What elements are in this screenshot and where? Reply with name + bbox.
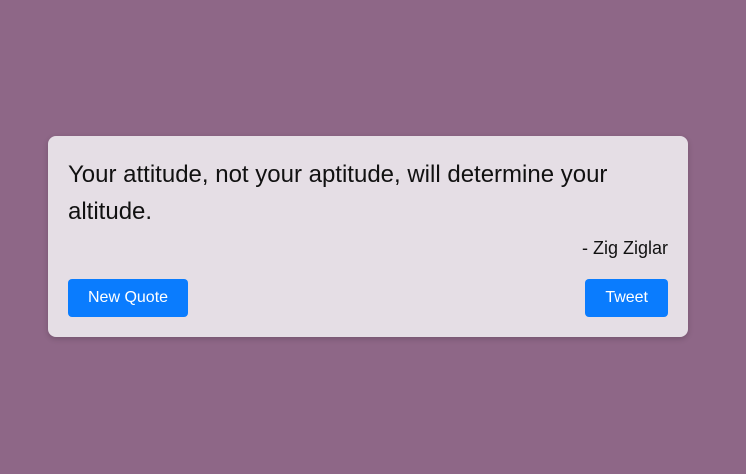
quote-card: Your attitude, not your aptitude, will d… [48, 136, 688, 337]
new-quote-button[interactable]: New Quote [68, 279, 189, 317]
quote-author: - Zig Ziglar [581, 238, 668, 258]
tweet-button[interactable]: Tweet [585, 279, 668, 317]
quote-text: Your attitude, not your aptitude, will d… [68, 161, 608, 225]
